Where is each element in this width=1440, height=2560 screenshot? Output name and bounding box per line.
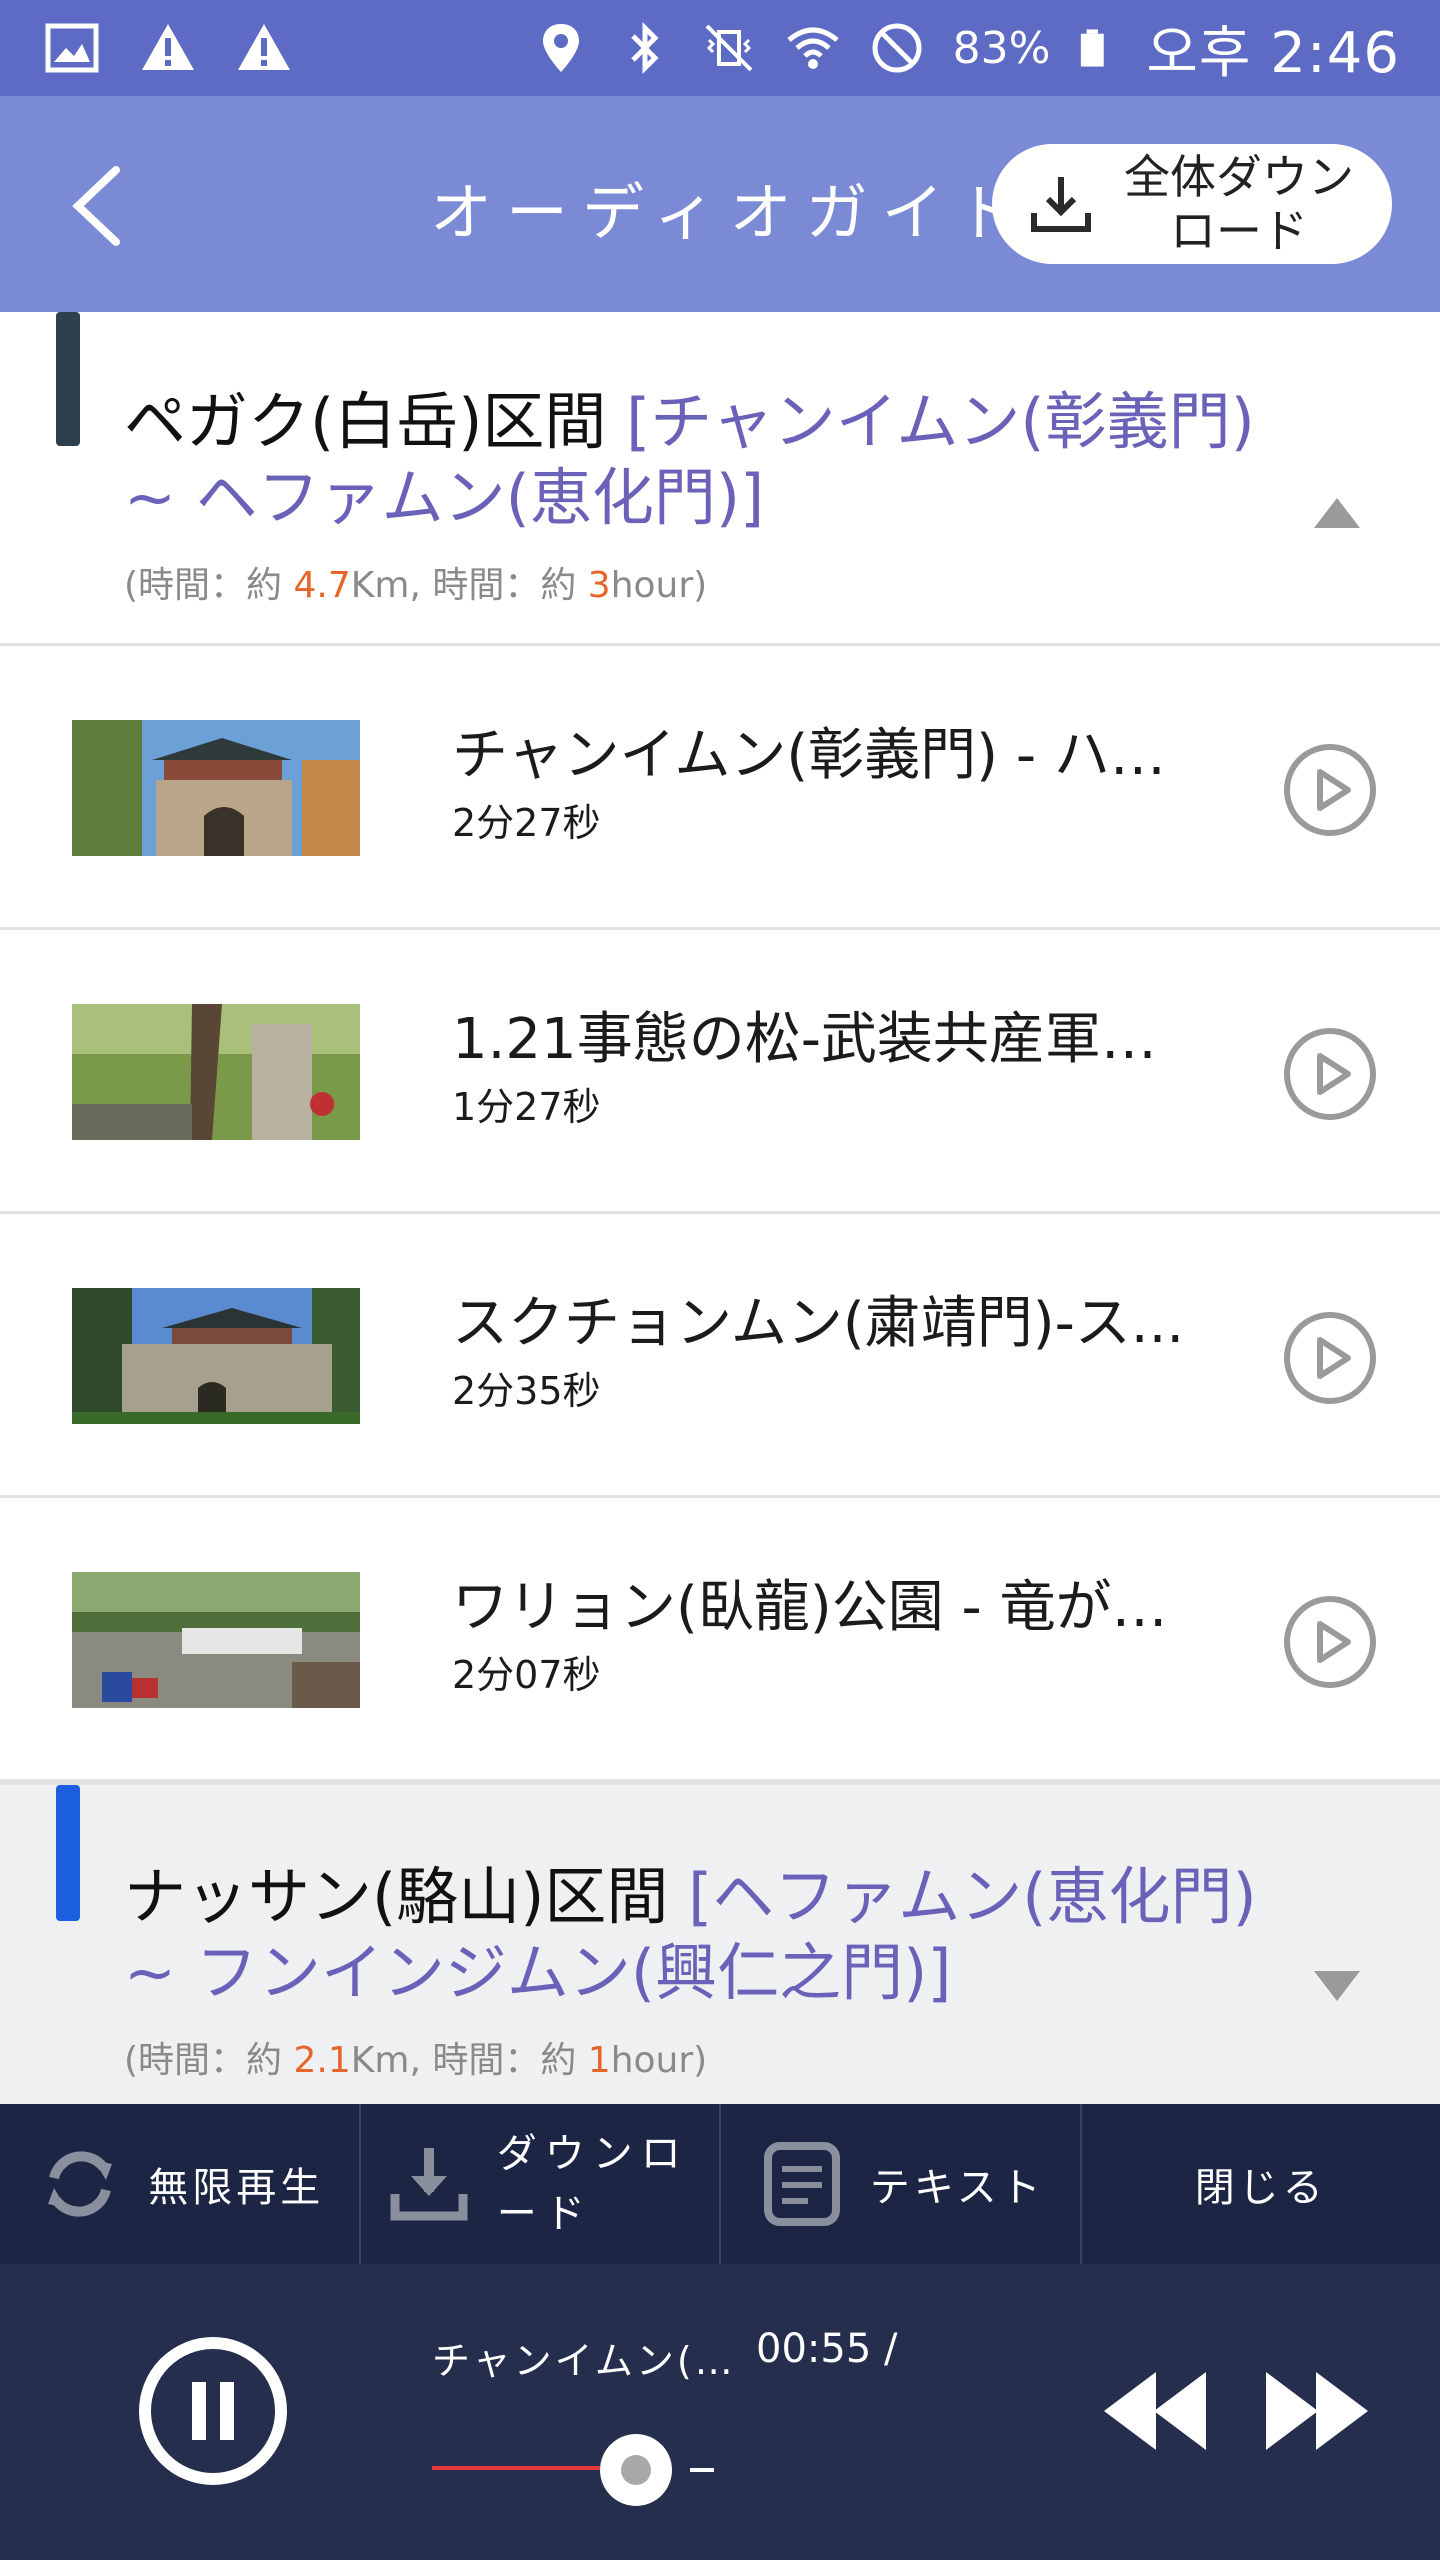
document-icon: [763, 2142, 840, 2226]
track-title: 1.21事態の松-武装共産軍の...: [452, 1007, 1192, 1072]
track-thumbnail: [72, 1004, 360, 1140]
repeat-button[interactable]: 無限再生: [0, 2104, 361, 2264]
page-title: オーディオガイド: [430, 176, 1020, 249]
section-distance: 4.7: [293, 565, 351, 606]
section-hours: 1: [587, 2040, 611, 2081]
meta-prefix: (時間：約: [124, 2040, 294, 2081]
track-title: ワリョン(臥龍)公園 - 竜が横...: [452, 1575, 1192, 1640]
status-bar-notifications: [44, 0, 292, 96]
section-meta: (時間：約 4.7Km, 時間：約 3hour): [124, 556, 707, 608]
app-bar: オーディオガイド 全体ダウンロード: [0, 96, 1440, 312]
track-row[interactable]: ワリョン(臥龍)公園 - 竜が横... 2分07秒: [0, 1498, 1440, 1782]
section-title: ナッサン(駱山)区間 [ヘファムン(恵化門) ~ フンインジムン(興仁之門)]: [124, 1859, 1270, 2011]
location-icon: [542, 24, 579, 72]
back-arrow-icon[interactable]: [56, 156, 152, 256]
gallery-icon: [45, 23, 99, 73]
no-disturb-icon: [872, 23, 922, 73]
track-title: スクチョンムン(粛靖門)-ス...: [452, 1291, 1185, 1356]
section-distance: 2.1: [293, 2040, 351, 2081]
section-name: ナッサン(駱山)区間: [124, 1860, 689, 1933]
track-row[interactable]: チャンイムン(彰義門) - ハニ... 2分27秒: [0, 646, 1440, 930]
meta-suffix: hour): [610, 565, 708, 606]
warning-icon: [142, 24, 194, 70]
pause-icon[interactable]: [138, 2336, 288, 2486]
playback-time: 00:55 /: [756, 2326, 898, 2372]
section-hours: 3: [587, 565, 611, 606]
meta-suffix: hour): [610, 2040, 708, 2081]
close-label: 閉じる: [1194, 2165, 1327, 2211]
expand-arrow-icon[interactable]: [1312, 1969, 1362, 2003]
warning-icon: [238, 24, 290, 70]
text-button[interactable]: テキスト: [721, 2104, 1082, 2264]
vibrate-off-icon: [705, 24, 753, 72]
track-thumbnail: [72, 720, 360, 856]
download-icon: [390, 2148, 468, 2221]
section-header-baegak[interactable]: ペガク(白岳)区間 [チャンイムン(彰義門) ~ ヘファムン(恵化門)] (時間…: [0, 312, 1440, 646]
battery-icon: [1081, 29, 1105, 67]
track-row[interactable]: 1.21事態の松-武装共産軍の... 1分27秒: [0, 930, 1440, 1214]
seek-bar[interactable]: [432, 2434, 722, 2506]
track-duration: 1分27秒: [452, 1085, 601, 1129]
section-title: ペガク(白岳)区間 [チャンイムン(彰義門) ~ ヘファムン(恵化門)]: [124, 384, 1270, 536]
download-all-button[interactable]: 全体ダウンロード: [992, 144, 1392, 264]
audio-player: チャンイムン(… 00:55 /: [0, 2264, 1440, 2560]
meta-mid: Km, 時間：約: [350, 2040, 588, 2081]
status-bar: 83% 오후 2:46: [0, 0, 1440, 96]
section-name: ペガク(白岳)区間: [124, 385, 627, 458]
track-thumbnail: [72, 1288, 360, 1424]
text-label: テキスト: [869, 2165, 1045, 2211]
collapse-arrow-icon[interactable]: [1312, 496, 1362, 530]
seek-remaining: [690, 2468, 714, 2472]
bluetooth-icon: [630, 21, 659, 75]
download-all-label: 全体ダウンロード: [1124, 150, 1354, 258]
wifi-icon: [786, 27, 839, 69]
play-circle-icon[interactable]: [1282, 742, 1378, 838]
track-thumbnail: [72, 1572, 360, 1708]
action-bar: 無限再生 ダウンロード テキスト 閉じる: [0, 2104, 1440, 2264]
clock: 오후 2:46: [1146, 20, 1400, 86]
section-header-naksan[interactable]: ナッサン(駱山)区間 [ヘファムン(恵化門) ~ フンインジムン(興仁之門)] …: [0, 1782, 1440, 2104]
close-button[interactable]: 閉じる: [1082, 2104, 1440, 2264]
play-circle-icon[interactable]: [1282, 1594, 1378, 1690]
meta-prefix: (時間：約: [124, 565, 294, 606]
section-indicator: [56, 312, 80, 446]
section-meta: (時間：約 2.1Km, 時間：約 1hour): [124, 2031, 707, 2083]
seek-handle[interactable]: [600, 2434, 672, 2506]
track-title: チャンイムン(彰義門) - ハニ...: [452, 723, 1192, 788]
repeat-icon: [48, 2151, 113, 2217]
status-bar-system: 83% 오후 2:46: [533, 0, 1400, 96]
download-button[interactable]: ダウンロード: [361, 2104, 721, 2264]
play-circle-icon[interactable]: [1282, 1026, 1378, 1122]
track-row[interactable]: スクチョンムン(粛靖門)-ス... 2分35秒: [0, 1214, 1440, 1498]
section-indicator: [56, 1785, 80, 1921]
rewind-icon[interactable]: [1098, 2366, 1208, 2456]
meta-mid: Km, 時間：約: [350, 565, 588, 606]
repeat-label: 無限再生: [148, 2165, 325, 2211]
fast-forward-icon[interactable]: [1264, 2366, 1374, 2456]
track-duration: 2分35秒: [452, 1369, 601, 1413]
seek-progress: [432, 2466, 600, 2470]
play-circle-icon[interactable]: [1282, 1310, 1378, 1406]
download-icon: [1031, 177, 1091, 232]
battery-percent: 83%: [952, 22, 1051, 74]
download-label: ダウンロード: [496, 2131, 689, 2237]
now-playing-title: チャンイムン(…: [432, 2339, 736, 2383]
track-duration: 2分27秒: [452, 801, 601, 845]
track-duration: 2分07秒: [452, 1653, 601, 1697]
